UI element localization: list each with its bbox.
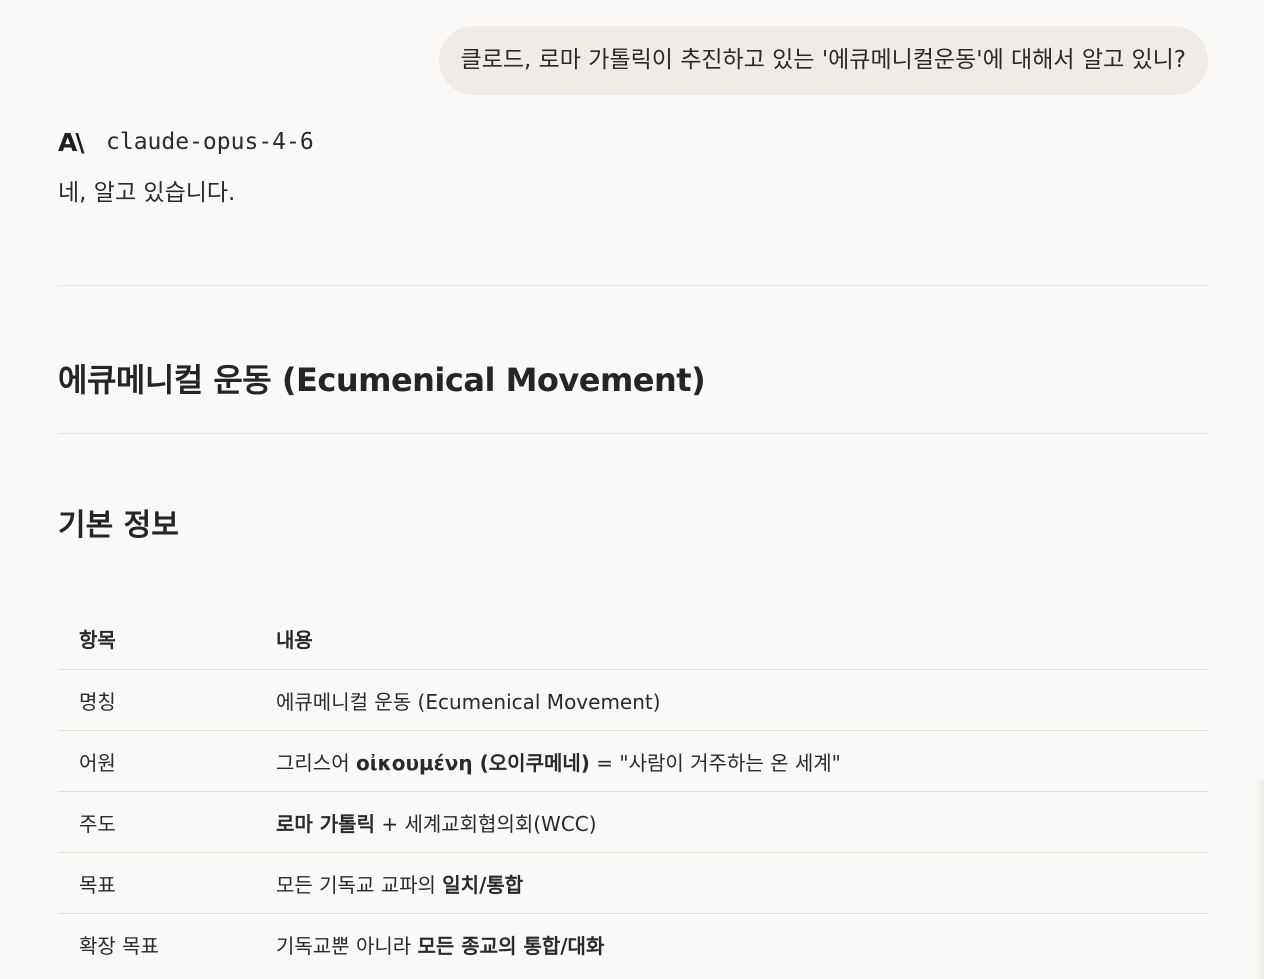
plain-text: 그리스어 [276,750,356,775]
plain-text: + 세계교회협의회(WCC) [374,811,597,836]
divider [58,433,1208,434]
plain-text: = "사람이 거주하는 온 세계" [589,750,841,775]
table-cell-content: 로마 가톨릭 + 세계교회협의회(WCC) [255,791,1208,853]
chat-page: 클로드, 로마 가톨릭이 추진하고 있는 '에큐메니컬운동'에 대해서 알고 있… [0,0,1264,979]
table-body: 명칭 에큐메니컬 운동 (Ecumenical Movement) 어원 그리스어 ο… [58,670,1208,974]
table-header-content: 내용 [255,608,1208,670]
table-row: 어원 그리스어 οἰκουμένη (오이쿠메네) = "사람이 거주하는 온 세… [58,730,1208,792]
table-cell-label: 확장 목표 [58,913,255,974]
table-cell-label: 어원 [58,730,255,792]
bold-text: 모든 종교의 통합/대화 [417,933,605,958]
table-row: 확장 목표 기독교뿐 아니라 모든 종교의 통합/대화 [58,913,1208,974]
bold-text: 로마 가톨릭 [276,811,375,836]
table-header-row: 항목 내용 [58,608,1208,670]
table-header-item: 항목 [58,608,255,670]
table-row: 목표 모든 기독교 교파의 일치/통합 [58,852,1208,914]
table-cell-content: 모든 기독교 교파의 일치/통합 [255,852,1208,914]
divider [58,285,1208,286]
user-message-row: 클로드, 로마 가톨릭이 추진하고 있는 '에큐메니컬운동'에 대해서 알고 있… [438,26,1208,95]
bold-text: 일치/통합 [442,872,524,897]
table-row: 주도 로마 가톨릭 + 세계교회협의회(WCC) [58,791,1208,853]
plain-text: 모든 기독교 교파의 [276,872,443,897]
plain-text: 기독교뿐 아니라 [276,933,418,958]
table-cell-content: 기독교뿐 아니라 모든 종교의 통합/대화 [255,913,1208,974]
table-cell-label: 주도 [58,791,255,853]
model-name: claude-opus-4-6 [106,129,314,155]
assistant-intro-text: 네, 알고 있습니다. [58,180,236,206]
anthropic-logo-icon: A\ [58,127,84,157]
response-subheading: 기본 정보 [58,508,179,543]
table-row: 명칭 에큐메니컬 운동 (Ecumenical Movement) [58,670,1208,731]
plain-text: 에큐메니컬 운동 (Ecumenical Movement) [276,689,661,714]
model-header: A\ claude-opus-4-6 [58,126,314,158]
table-cell-content: 에큐메니컬 운동 (Ecumenical Movement) [255,670,1208,731]
user-message-bubble: 클로드, 로마 가톨릭이 추진하고 있는 '에큐메니컬운동'에 대해서 알고 있… [438,26,1208,95]
bold-text: οἰκουμένη (오이쿠메네) [355,750,590,775]
table-cell-label: 목표 [58,852,255,914]
scroll-edge-shadow [1254,780,1264,979]
table-cell-content: 그리스어 οἰκουμένη (오이쿠메네) = "사람이 거주하는 온 세계" [255,730,1208,792]
info-table: 항목 내용 명칭 에큐메니컬 운동 (Ecumenical Movement) 어원… [58,608,1208,974]
table-cell-label: 명칭 [79,689,116,714]
response-heading: 에큐메니컬 운동 (Ecumenical Movement) [58,361,706,399]
